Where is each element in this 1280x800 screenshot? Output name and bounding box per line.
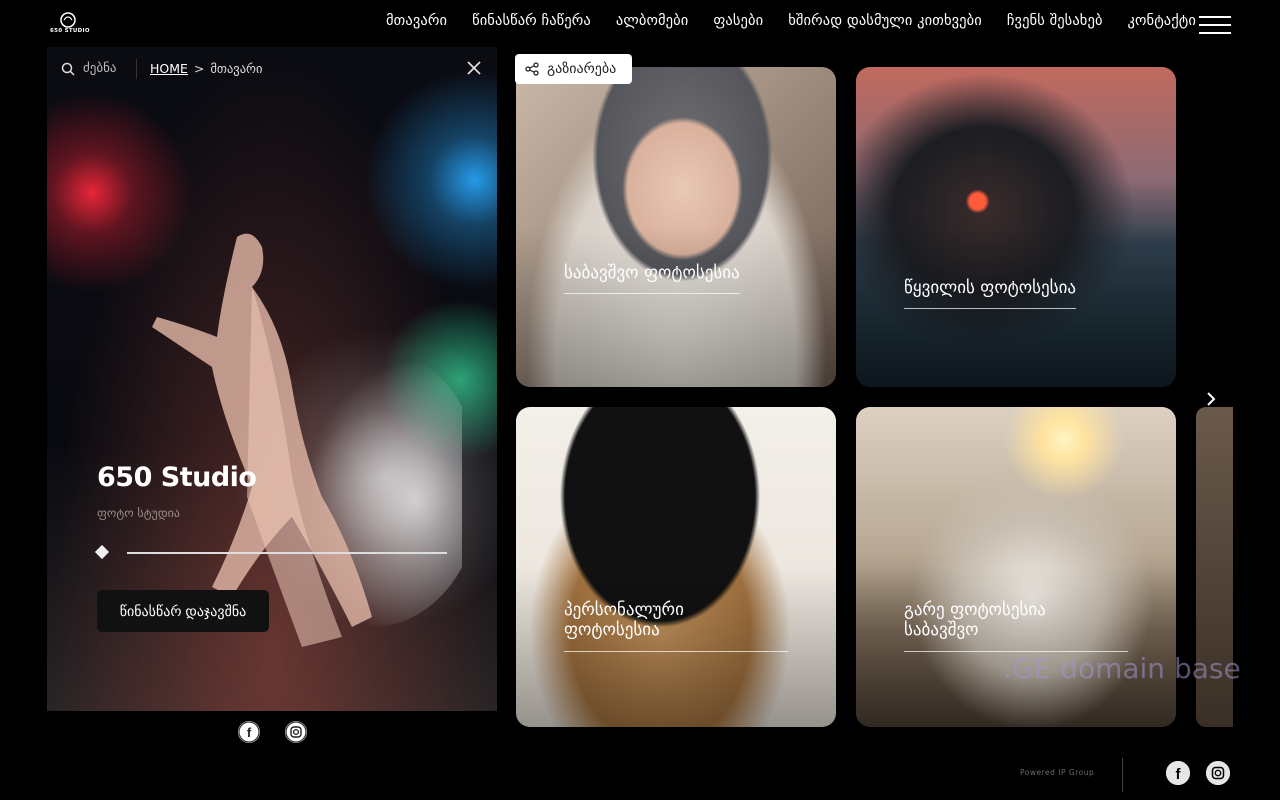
hero-title: 650 Studio <box>97 462 257 493</box>
book-button[interactable]: წინასწარ დაჯავშნა <box>97 590 269 632</box>
album-card-personal[interactable]: პერსონალური ფოტოსესია <box>516 407 836 727</box>
footer-social-links: f <box>1166 761 1230 785</box>
breadcrumb-current: მთავარი <box>210 61 263 76</box>
powered-by[interactable]: Powered IP Group <box>1020 768 1094 777</box>
nav-home[interactable]: მთავარი <box>386 13 447 29</box>
instagram-icon[interactable] <box>1206 761 1230 785</box>
nav-about[interactable]: ჩვენს შესახებ <box>1007 13 1103 29</box>
share-icon <box>525 62 539 76</box>
nav-albums[interactable]: ალბომები <box>616 13 688 29</box>
main-nav: მთავარი წინასწარ ჩაწერა ალბომები ფასები … <box>386 13 1221 29</box>
card-label-line: ფოტოსესია <box>564 620 660 641</box>
hero-social-links: f <box>238 721 307 743</box>
search-icon <box>61 62 75 76</box>
nav-contact[interactable]: კონტაქტი <box>1128 13 1196 29</box>
svg-text:f: f <box>247 725 252 740</box>
share-button[interactable]: გაზიარება <box>515 54 632 84</box>
breadcrumb: HOME > მთავარი <box>150 61 262 76</box>
logo-text: 650 STUDIO <box>50 28 90 34</box>
card-label: გარე ფოტოსესია საბავშვო <box>904 600 1128 652</box>
nav-prices[interactable]: ფასები <box>713 13 763 29</box>
slider-knob[interactable] <box>94 544 110 560</box>
album-card-kids[interactable]: საბავშვო ფოტოსესია <box>516 67 836 387</box>
card-label-line: წყვილის ფოტოსესია <box>904 278 1077 298</box>
breadcrumb-home[interactable]: HOME <box>150 61 188 76</box>
slider-track[interactable] <box>127 552 447 554</box>
card-label-line: საბავშვო <box>904 620 979 641</box>
card-label: საბავშვო ფოტოსესია <box>564 263 740 295</box>
instagram-icon[interactable] <box>285 721 307 743</box>
share-label: გაზიარება <box>547 61 617 77</box>
toolbar-divider <box>136 59 137 79</box>
facebook-icon[interactable]: f <box>1166 761 1190 785</box>
facebook-icon[interactable]: f <box>238 721 260 743</box>
card-label-line: გარე ფოტოსესია <box>904 600 1046 620</box>
hero-slider[interactable] <box>94 544 447 560</box>
breadcrumb-separator: > <box>193 61 205 76</box>
hero-subtitle: ფოტო სტუდია <box>97 506 180 520</box>
card-label-line: პერსონალური <box>564 600 684 620</box>
card-overlay <box>516 67 836 387</box>
card-label-line: საბავშვო ფოტოსესია <box>564 263 740 283</box>
album-card-couple[interactable]: წყვილის ფოტოსესია <box>856 67 1176 387</box>
chevron-right-icon[interactable] <box>1203 390 1219 408</box>
search-input[interactable]: ძებნა <box>61 61 117 76</box>
footer-divider <box>1122 758 1123 792</box>
studio-logo[interactable]: 650 STUDIO <box>48 10 90 38</box>
card-overlay <box>516 407 836 727</box>
card-label: პერსონალური ფოტოსესია <box>564 600 788 652</box>
domain-watermark: .GE domain base <box>1003 652 1241 685</box>
card-label: წყვილის ფოტოსესია <box>904 278 1077 310</box>
nav-faq[interactable]: ხშირად დასმული კითხვები <box>788 13 982 29</box>
hamburger-icon[interactable] <box>1199 14 1231 36</box>
card-overlay <box>856 67 1176 387</box>
hero-panel: ძებნა HOME > მთავარი 650 Studio ფოტო სტუ… <box>47 47 497 711</box>
search-placeholder: ძებნა <box>83 61 117 76</box>
close-icon[interactable] <box>465 59 483 77</box>
nav-booking[interactable]: წინასწარ ჩაწერა <box>472 13 591 29</box>
hero-toolbar: ძებნა HOME > მთავარი <box>47 47 497 91</box>
